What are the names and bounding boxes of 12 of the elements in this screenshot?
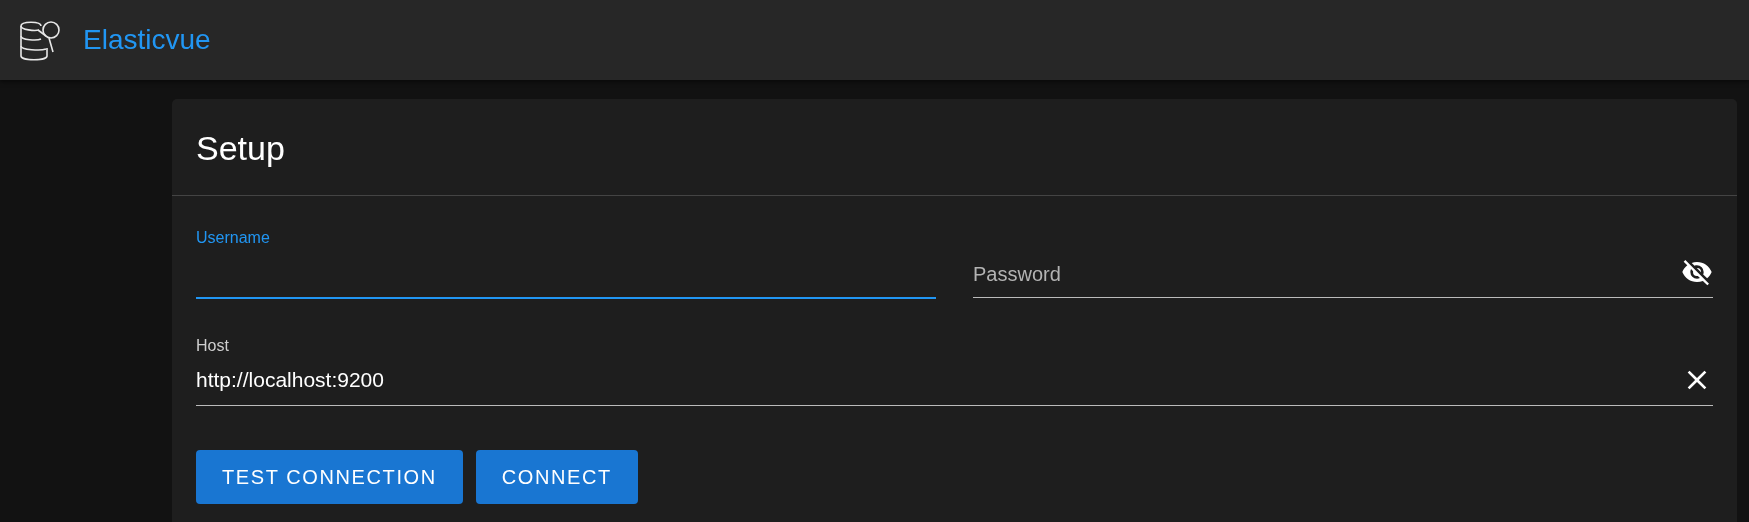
field-label: Password — [973, 263, 1061, 286]
field-label: Host — [196, 337, 229, 355]
test-connection-button[interactable]: TEST CONNECTION — [196, 450, 463, 504]
password-field[interactable]: Password — [973, 227, 1713, 299]
field-label: Username — [196, 229, 270, 247]
database-search-icon — [19, 18, 63, 62]
username-field[interactable]: Username — [196, 227, 936, 299]
connect-button[interactable]: CONNECT — [475, 450, 638, 504]
card-title: Setup — [195, 128, 286, 169]
host-field[interactable]: Host http://localhost:9200 — [196, 335, 1713, 406]
field-value: http://localhost:9200 — [196, 368, 385, 392]
app-title[interactable]: Elasticvue — [83, 24, 211, 56]
